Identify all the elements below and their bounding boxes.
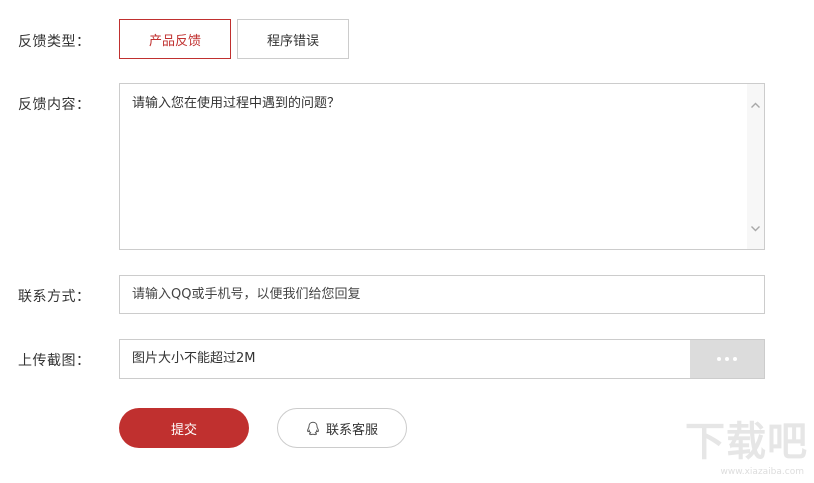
upload-label: 上传截图： — [18, 353, 91, 369]
contact-input[interactable] — [119, 275, 765, 314]
feedback-content-textarea[interactable] — [120, 84, 748, 249]
type-option-program-error[interactable]: 程序错误 — [237, 19, 349, 59]
qq-icon — [306, 421, 320, 436]
ellipsis-icon — [717, 357, 721, 361]
type-option-product-feedback[interactable]: 产品反馈 — [119, 19, 231, 59]
scroll-down-icon[interactable] — [750, 223, 761, 234]
upload-placeholder: 图片大小不能超过2M — [132, 351, 256, 366]
content-scrollbar[interactable] — [747, 84, 764, 249]
contact-service-label: 联系客服 — [325, 421, 378, 437]
watermark-logo: 下载吧 www.xiazaiba.com — [674, 419, 808, 477]
contact-label: 联系方式： — [18, 289, 91, 305]
upload-field[interactable]: 图片大小不能超过2M — [119, 339, 765, 379]
feedback-content-label: 反馈内容： — [18, 97, 91, 113]
contact-service-button[interactable]: 联系客服 — [277, 408, 407, 448]
watermark-text: 下载吧 — [685, 419, 808, 465]
submit-button[interactable]: 提交 — [119, 408, 249, 448]
scroll-up-icon[interactable] — [750, 100, 761, 111]
browse-button[interactable] — [690, 340, 764, 378]
ellipsis-dot — [725, 357, 729, 361]
watermark-url: www.xiazaiba.com — [720, 467, 804, 477]
feedback-content-box — [119, 83, 765, 250]
feedback-type-label: 反馈类型： — [18, 34, 91, 50]
feedback-page: 反馈类型： 产品反馈 程序错误 反馈内容： 联系方式： 上传截图： 图片大小不能… — [0, 0, 814, 483]
ellipsis-dot — [733, 357, 737, 361]
